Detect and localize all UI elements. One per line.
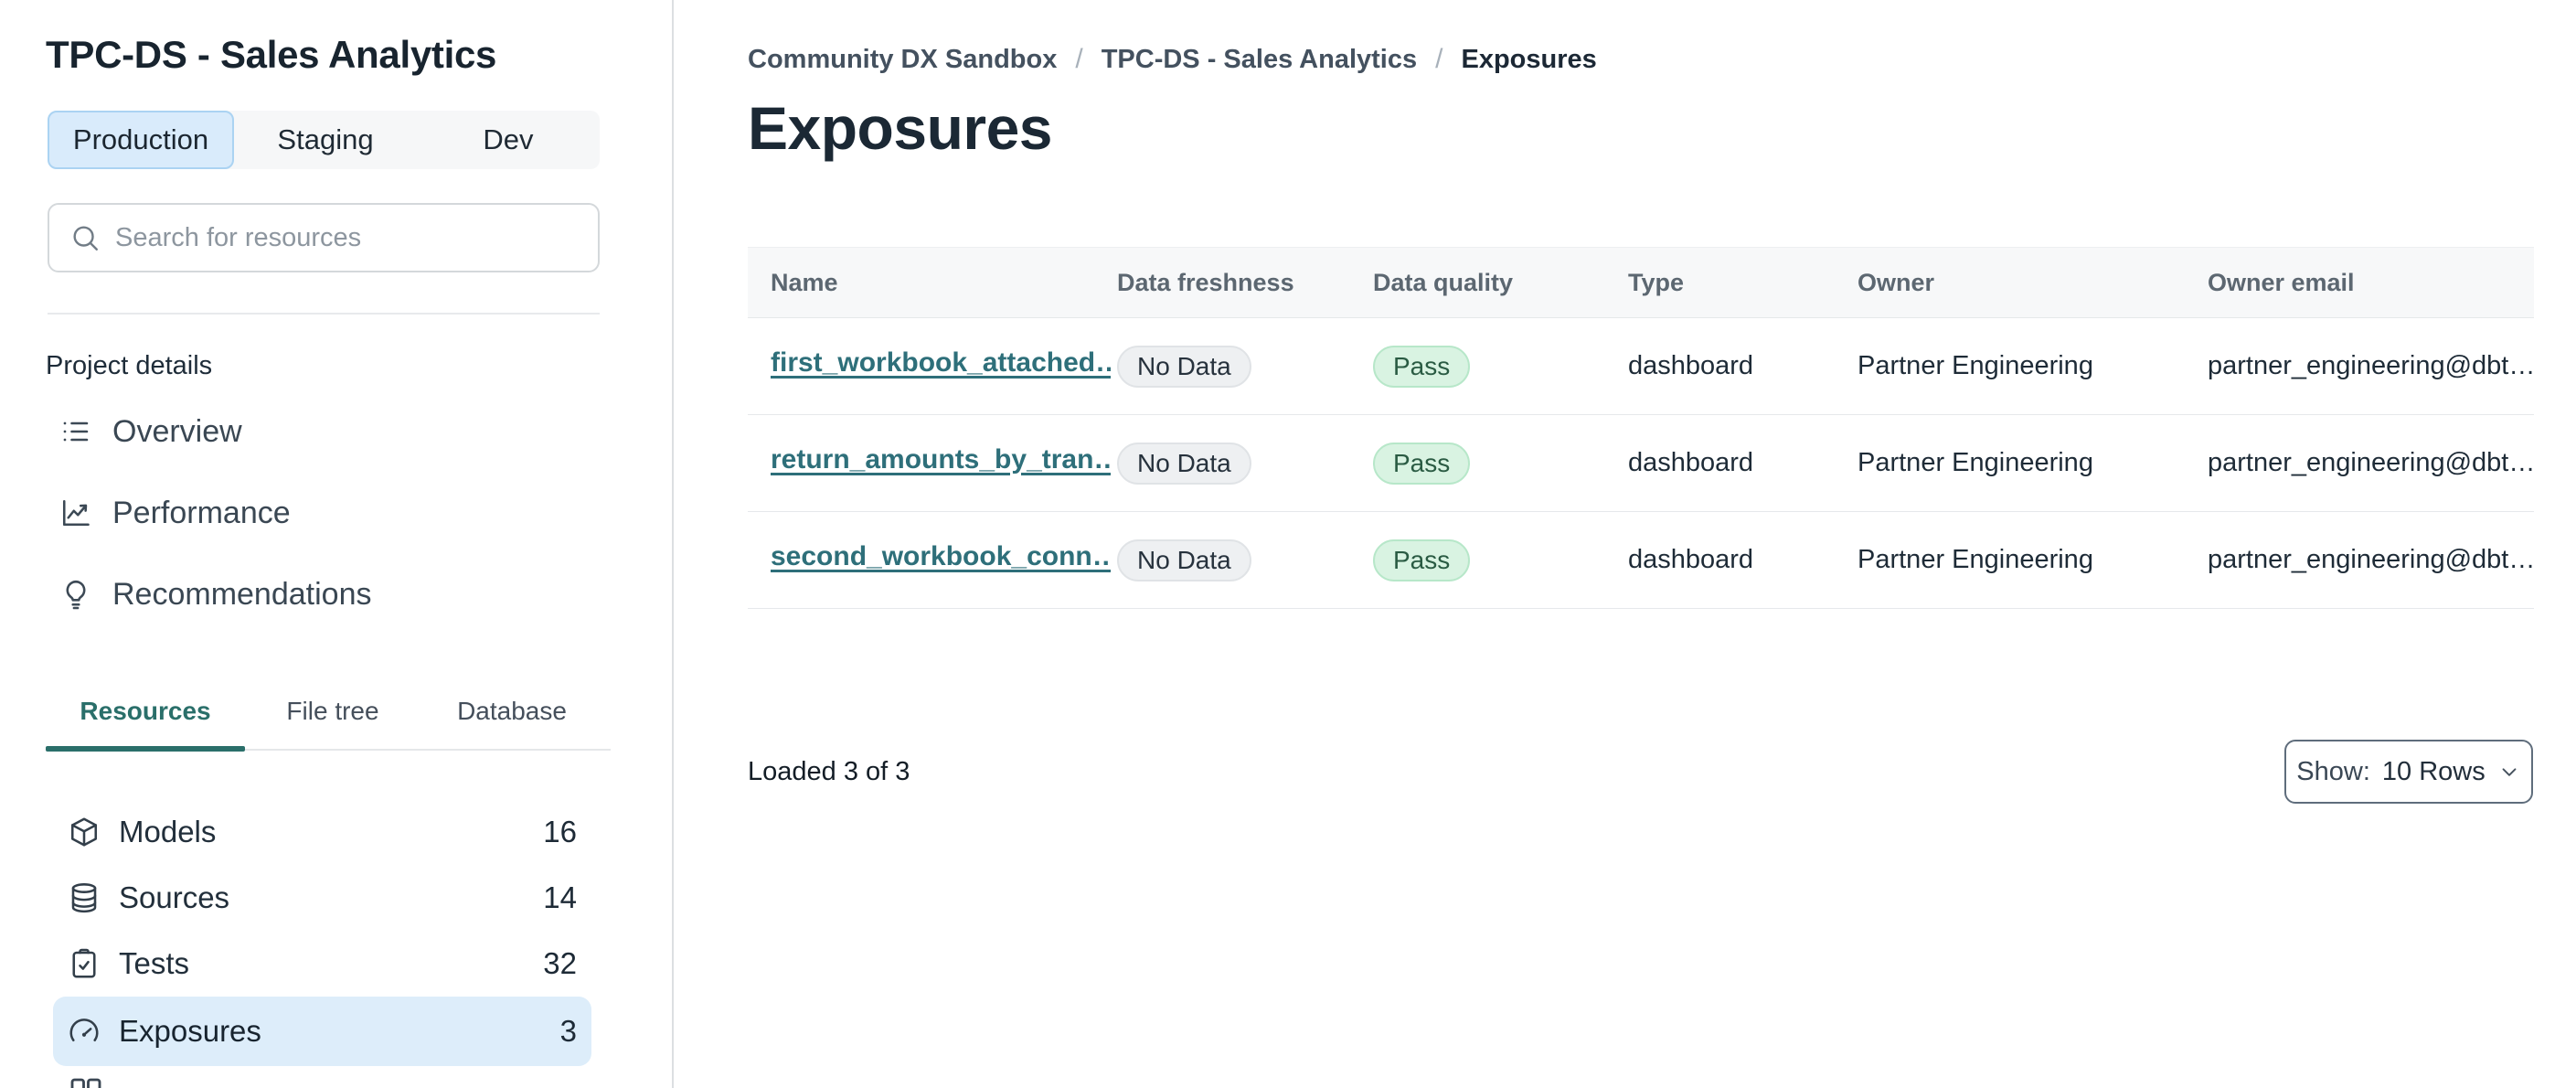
owner-email-cell: partner_engineering@dbt… — [2208, 545, 2534, 574]
quality-badge: Pass — [1373, 442, 1471, 485]
resource-label: Tests — [119, 946, 190, 980]
sidebar-item-partial[interactable] — [68, 1075, 104, 1088]
nav-label: Performance — [112, 495, 291, 530]
sidebar-item-exposures[interactable]: Exposures 3 — [53, 997, 591, 1066]
table-row: first_workbook_attached… No Data Pass da… — [748, 318, 2534, 415]
main-content: Community DX Sandbox / TPC-DS - Sales An… — [674, 0, 2576, 1088]
resource-count: 14 — [543, 880, 577, 914]
nav-label: Overview — [112, 413, 242, 449]
show-value: 10 Rows — [2381, 756, 2486, 786]
page-title: Exposures — [748, 94, 1052, 162]
env-tab-label: Production — [72, 123, 209, 155]
owner-cell: Partner Engineering — [1857, 351, 2093, 380]
tab-file-tree[interactable]: File tree — [245, 697, 420, 726]
env-tab-label: Staging — [277, 123, 374, 155]
breadcrumb-item-account[interactable]: Community DX Sandbox — [748, 45, 1057, 75]
sidebar-item-models[interactable]: Models 16 — [53, 799, 591, 865]
resource-label: Models — [119, 815, 217, 848]
tab-database[interactable]: Database — [420, 697, 603, 726]
cube-icon — [70, 817, 98, 847]
type-cell: dashboard — [1628, 351, 1754, 380]
clipboard-check-icon — [72, 948, 96, 978]
resource-label: Sources — [119, 880, 230, 914]
sidebar-item-performance[interactable]: Performance — [46, 484, 612, 542]
project-title: TPC-DS - Sales Analytics — [46, 33, 497, 76]
show-rows-button[interactable]: Show: 10 Rows — [2284, 740, 2533, 804]
database-icon — [71, 883, 97, 913]
env-tab-label: Dev — [483, 123, 534, 155]
resource-search — [48, 203, 600, 272]
sidebar-item-tests[interactable]: Tests 32 — [53, 931, 591, 997]
breadcrumb-item-current: Exposures — [1461, 44, 1597, 74]
resource-list: Models 16 Sources 14 Tests 32 Exposures … — [53, 799, 591, 1066]
sidebar-item-sources[interactable]: Sources 14 — [53, 865, 591, 931]
resource-label: Exposures — [119, 1014, 261, 1048]
resource-count: 32 — [543, 946, 577, 980]
gauge-icon — [69, 1019, 99, 1042]
resource-count: 16 — [543, 815, 577, 848]
grid-icon — [70, 1078, 101, 1088]
show-label: Show: — [2296, 756, 2370, 786]
project-nav: Overview Performance Recommendations — [46, 402, 612, 646]
breadcrumb-item-project[interactable]: TPC-DS - Sales Analytics — [1102, 45, 1417, 75]
nav-label: Recommendations — [112, 576, 372, 612]
breadcrumb-separator: / — [1075, 44, 1083, 74]
env-tab-dev[interactable]: Dev — [417, 111, 600, 169]
exposure-name-link[interactable]: first_workbook_attached… — [771, 347, 1111, 379]
list-icon — [63, 421, 89, 442]
resource-count: 3 — [559, 1014, 577, 1048]
breadcrumb-separator: / — [1435, 44, 1443, 74]
type-cell: dashboard — [1628, 448, 1754, 477]
breadcrumb: Community DX Sandbox / TPC-DS - Sales An… — [748, 44, 1597, 75]
column-header-data-quality: Data quality — [1373, 268, 1514, 296]
line-chart-icon — [62, 499, 90, 527]
sidebar-item-overview[interactable]: Overview — [46, 402, 612, 461]
sidebar-item-recommendations[interactable]: Recommendations — [46, 565, 612, 624]
env-tab-staging[interactable]: Staging — [234, 111, 417, 169]
owner-cell: Partner Engineering — [1857, 545, 2093, 574]
resource-view-tabs: Resources File tree Database — [0, 697, 673, 752]
active-tab-underline — [46, 746, 245, 752]
owner-cell: Partner Engineering — [1857, 448, 2093, 477]
freshness-badge: No Data — [1117, 345, 1251, 388]
quality-badge: Pass — [1373, 345, 1471, 388]
table-row: return_amounts_by_tran… No Data Pass das… — [748, 415, 2534, 512]
exposure-name-link[interactable]: return_amounts_by_tran… — [771, 444, 1111, 475]
search-input[interactable] — [115, 222, 554, 253]
env-tab-production[interactable]: Production — [48, 111, 234, 169]
table-header-row: Name Data freshness Data quality Type Ow… — [748, 247, 2534, 318]
chevron-down-icon — [2502, 768, 2517, 776]
sidebar-divider — [48, 313, 600, 315]
column-header-owner: Owner — [1857, 268, 1935, 296]
column-header-data-freshness: Data freshness — [1117, 268, 1294, 296]
environment-tabs: Production Staging Dev — [48, 111, 600, 169]
quality-badge: Pass — [1373, 539, 1471, 581]
project-details-label: Project details — [46, 351, 213, 380]
column-header-owner-email: Owner email — [2208, 268, 2355, 296]
exposures-table: Name Data freshness Data quality Type Ow… — [748, 247, 2534, 609]
freshness-badge: No Data — [1117, 539, 1251, 581]
owner-email-cell: partner_engineering@dbt… — [2208, 351, 2534, 380]
type-cell: dashboard — [1628, 545, 1754, 574]
exposure-name-link[interactable]: second_workbook_conn… — [771, 541, 1111, 572]
table-row: second_workbook_conn… No Data Pass dashb… — [748, 512, 2534, 609]
loaded-status: Loaded 3 of 3 — [748, 757, 910, 786]
search-icon — [73, 226, 98, 251]
column-header-type: Type — [1628, 268, 1685, 296]
lightbulb-icon — [66, 580, 86, 610]
owner-email-cell: partner_engineering@dbt… — [2208, 448, 2534, 477]
explorer-page: TPC-DS - Sales Analytics Production Stag… — [0, 0, 2576, 1088]
column-header-name: Name — [771, 268, 838, 296]
tab-resources[interactable]: Resources — [46, 697, 245, 726]
sidebar: TPC-DS - Sales Analytics Production Stag… — [0, 0, 673, 1088]
freshness-badge: No Data — [1117, 442, 1251, 485]
